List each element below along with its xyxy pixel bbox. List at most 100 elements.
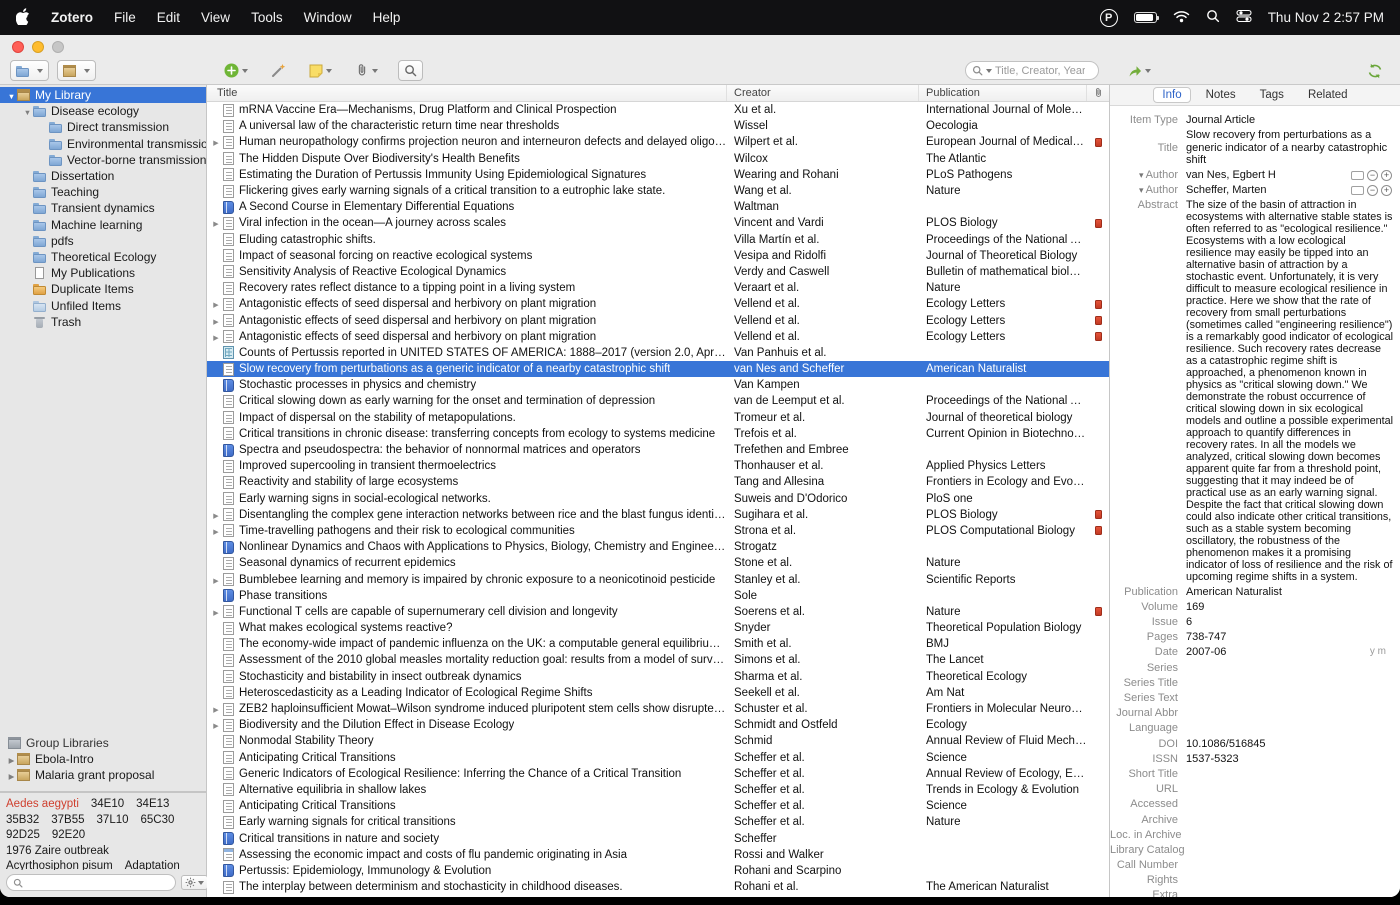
collection-row[interactable]: My Library <box>0 87 206 103</box>
new-collection-button[interactable] <box>10 60 49 81</box>
expand-triangle-icon[interactable] <box>213 703 218 715</box>
field-value[interactable]: 6 <box>1186 616 1400 629</box>
table-row[interactable]: Critical slowing down as early warning f… <box>207 393 1109 409</box>
table-row[interactable]: Early warning signs in social-ecological… <box>207 491 1109 507</box>
table-row[interactable]: Disentangling the complex gene interacti… <box>207 507 1109 523</box>
table-row[interactable]: Impact of dispersal on the stability of … <box>207 410 1109 426</box>
wifi-icon[interactable] <box>1173 10 1190 26</box>
table-row[interactable]: Functional T cells are capable of supern… <box>207 604 1109 620</box>
collection-row[interactable]: Direct transmission <box>0 119 206 135</box>
control-center-icon[interactable] <box>1236 8 1252 27</box>
tag-item[interactable]: Adaptation <box>125 860 180 870</box>
tag-item[interactable]: Aedes aegypti <box>6 798 79 810</box>
expand-triangle-icon[interactable] <box>213 298 218 310</box>
collection-row[interactable]: Theoretical Ecology <box>0 249 206 265</box>
field-value[interactable]: van Nes, Egbert H <box>1186 169 1351 182</box>
expand-triangle-icon[interactable] <box>213 217 218 229</box>
expand-triangle-icon[interactable] <box>213 331 218 343</box>
new-note-button[interactable] <box>306 60 335 82</box>
spotlight-icon[interactable] <box>1206 9 1220 26</box>
collection-row[interactable]: My Publications <box>0 265 206 281</box>
add-author-button[interactable] <box>1381 185 1392 196</box>
table-row[interactable]: Time-travelling pathogens and their risk… <box>207 523 1109 539</box>
single-field-toggle[interactable] <box>1351 186 1364 195</box>
table-row[interactable]: Biodiversity and the Dilution Effect in … <box>207 717 1109 733</box>
close-window-button[interactable] <box>12 41 24 53</box>
expand-row-control[interactable] <box>211 315 221 327</box>
field-value[interactable]: 1537-5323 <box>1186 753 1400 766</box>
collection-row[interactable]: pdfs <box>0 233 206 249</box>
field-value[interactable]: The size of the basin of attraction in e… <box>1186 199 1400 583</box>
zoom-window-button[interactable] <box>52 41 64 53</box>
group-library-row[interactable]: Ebola-Intro <box>0 751 206 767</box>
disclosure-triangle-icon[interactable] <box>6 752 17 766</box>
menu-item[interactable]: Window <box>304 10 352 25</box>
table-row[interactable]: Anticipating Critical Transitions Scheff… <box>207 798 1109 814</box>
table-row[interactable]: Slow recovery from perturbations as a ge… <box>207 361 1109 377</box>
expand-row-control[interactable] <box>211 136 221 148</box>
table-row[interactable]: Improved supercooling in transient therm… <box>207 458 1109 474</box>
collection-row[interactable]: Vector-borne transmission <box>0 152 206 168</box>
field-value[interactable]: Journal Article <box>1186 114 1400 127</box>
item-pane-tab[interactable]: Tags <box>1251 87 1293 103</box>
collection-row[interactable]: Environmental transmission <box>0 136 206 152</box>
table-row[interactable]: Bumblebee learning and memory is impaire… <box>207 571 1109 587</box>
tag-item[interactable]: 34E10 <box>91 798 124 810</box>
expand-triangle-icon[interactable] <box>213 574 218 586</box>
collection-row[interactable]: Unfiled Items <box>0 297 206 313</box>
tag-filter-field[interactable] <box>6 874 176 891</box>
item-pane-tab[interactable]: Notes <box>1197 87 1245 103</box>
table-row[interactable]: Antagonistic effects of seed dispersal a… <box>207 296 1109 312</box>
remove-author-button[interactable] <box>1367 185 1378 196</box>
table-row[interactable]: Human neuropathology confirms projection… <box>207 134 1109 150</box>
expand-row-control[interactable] <box>211 525 221 537</box>
table-row[interactable]: Alternative equilibria in shallow lakes … <box>207 782 1109 798</box>
group-library-row[interactable]: Malaria grant proposal <box>0 767 206 783</box>
column-header-creator[interactable]: Creator <box>727 85 919 101</box>
table-row[interactable]: Antagonistic effects of seed dispersal a… <box>207 329 1109 345</box>
table-row[interactable]: Seasonal dynamics of recurrent epidemics… <box>207 555 1109 571</box>
new-item-button[interactable] <box>221 60 251 82</box>
expand-row-control[interactable] <box>211 719 221 731</box>
battery-icon[interactable] <box>1134 12 1157 23</box>
table-row[interactable]: ZEB2 haploinsufficient Mowat–Wilson synd… <box>207 701 1109 717</box>
expand-row-control[interactable] <box>211 331 221 343</box>
expand-row-control[interactable] <box>211 574 221 586</box>
menubar-app-name[interactable]: Zotero <box>51 10 93 25</box>
collection-row[interactable]: Disease ecology <box>0 103 206 119</box>
expand-row-control[interactable] <box>211 509 221 521</box>
expand-triangle-icon[interactable] <box>213 509 218 521</box>
table-row[interactable]: Nonlinear Dynamics and Chaos with Applic… <box>207 539 1109 555</box>
collection-row[interactable]: Teaching <box>0 184 206 200</box>
tag-item[interactable]: 37B55 <box>51 814 84 826</box>
table-row[interactable]: Assessment of the 2010 global measles mo… <box>207 652 1109 668</box>
collection-row[interactable]: Duplicate Items <box>0 281 206 297</box>
tag-item[interactable]: Acyrthosiphon pisum <box>6 860 113 870</box>
expand-row-control[interactable] <box>211 703 221 715</box>
tag-item[interactable]: 37L10 <box>97 814 129 826</box>
field-value[interactable]: 169 <box>1186 601 1400 614</box>
field-value[interactable]: 738-747 <box>1186 631 1400 644</box>
tag-item[interactable]: 34E13 <box>136 798 169 810</box>
collection-row[interactable]: Transient dynamics <box>0 200 206 216</box>
table-row[interactable]: Counts of Pertussis reported in UNITED S… <box>207 345 1109 361</box>
menu-item[interactable]: File <box>114 10 136 25</box>
table-row[interactable]: A universal law of the characteristic re… <box>207 118 1109 134</box>
field-value[interactable]: Scheffer, Marten <box>1186 184 1351 197</box>
minimize-window-button[interactable] <box>32 41 44 53</box>
collection-row[interactable]: Dissertation <box>0 168 206 184</box>
sync-button[interactable] <box>1364 60 1386 82</box>
menu-item[interactable]: View <box>201 10 230 25</box>
table-row[interactable]: mRNA Vaccine Era—Mechanisms, Drug Platfo… <box>207 102 1109 118</box>
remove-author-button[interactable] <box>1367 170 1378 181</box>
field-value[interactable]: 10.1086/516845 <box>1186 738 1400 751</box>
tag-item[interactable]: 65C30 <box>141 814 175 826</box>
single-field-toggle[interactable] <box>1351 171 1364 180</box>
expand-triangle-icon[interactable] <box>213 719 218 731</box>
table-row[interactable]: The Hidden Dispute Over Biodiversity's H… <box>207 151 1109 167</box>
table-row[interactable]: Viral infection in the ocean—A journey a… <box>207 215 1109 231</box>
add-attachment-button[interactable] <box>352 60 381 82</box>
table-row[interactable]: The interplay between determinism and st… <box>207 879 1109 895</box>
menubar-clock[interactable]: Thu Nov 2 2:57 PM <box>1268 10 1384 25</box>
field-value[interactable]: American Naturalist <box>1186 586 1400 599</box>
